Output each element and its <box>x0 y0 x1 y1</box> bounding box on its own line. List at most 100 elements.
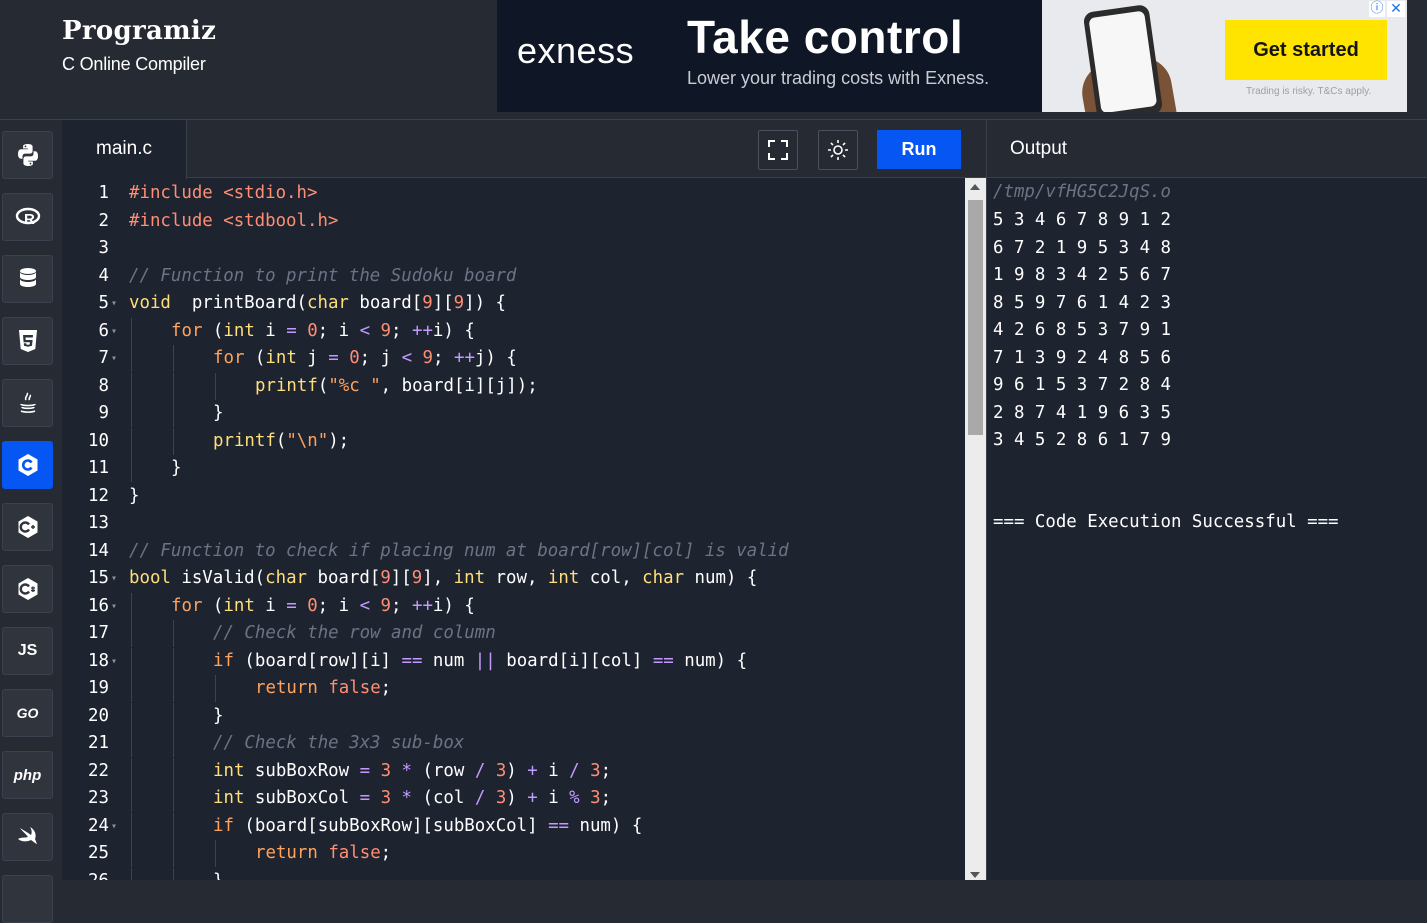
swift-icon[interactable] <box>2 813 53 861</box>
code-token: / <box>569 760 580 781</box>
code-line[interactable]: 16 ▾ for (int i = 0; i < 9; ++i) { <box>62 592 965 620</box>
line-number: 26 <box>62 868 109 881</box>
indent-guide <box>131 785 132 812</box>
fold-arrow-icon[interactable]: ▾ <box>111 593 117 620</box>
programiz-logo[interactable]: Programiz <box>62 16 216 46</box>
editor-scrollbar[interactable] <box>965 178 986 880</box>
fold-arrow-icon[interactable]: ▾ <box>111 813 117 840</box>
code-token: <stdbool.h> <box>223 210 339 231</box>
scroll-down-arrow-icon[interactable] <box>970 872 980 878</box>
line-number: 9 <box>98 403 109 423</box>
run-button[interactable]: Run <box>877 130 961 169</box>
code-area[interactable]: 1 #include <stdio.h> 2 #include <stdbool.h>… <box>62 178 965 880</box>
java-icon[interactable] <box>2 379 53 427</box>
brand[interactable]: Programiz C Online Compiler <box>62 16 216 75</box>
code-token: <stdio.h> <box>223 183 318 203</box>
scrollbar-thumb[interactable] <box>968 200 983 435</box>
fold-arrow-icon[interactable]: ▾ <box>111 318 117 345</box>
code-token: ) <box>506 788 528 808</box>
code-line[interactable]: 15 ▾ bool isValid(char board[9][9], int ro… <box>62 565 965 592</box>
code-line[interactable]: 23 int subBoxCol = 3 * (col / 3) + i % 3; <box>62 785 965 812</box>
code-token: num) { <box>569 815 643 836</box>
fold-arrow-icon[interactable]: ▾ <box>111 345 117 372</box>
code-line[interactable]: 8 printf("%c ", board[i][j]); <box>62 372 965 400</box>
code-token: printf <box>213 430 276 451</box>
js-icon[interactable]: JS <box>2 627 53 675</box>
php-icon[interactable]: php <box>2 751 53 799</box>
code-text: if (board[row][i] == num || board[i][col… <box>213 648 747 675</box>
output-line: 8 5 9 7 6 1 4 2 3 <box>993 292 1171 313</box>
tab-main-c[interactable]: main.c <box>62 120 187 179</box>
ad-banner[interactable]: exness Take control Lower your trading c… <box>497 0 1407 112</box>
code-line[interactable]: 26} <box>62 867 965 881</box>
fullscreen-icon[interactable] <box>758 130 798 170</box>
database-icon[interactable] <box>2 255 53 303</box>
fold-arrow-icon[interactable]: ▾ <box>111 648 117 675</box>
code-line[interactable]: 25 return false; <box>62 840 965 867</box>
code-line[interactable]: 2 #include <stdbool.h> <box>62 208 965 235</box>
code-line[interactable]: 22 int subBoxRow = 3 * (row / 3) + i / 3; <box>62 757 965 785</box>
code-text: for (int j = 0; j < 9; ++j) { <box>213 345 517 372</box>
csharp-icon[interactable] <box>2 565 53 613</box>
code-token: int <box>213 788 245 808</box>
code-line[interactable]: 1 #include <stdio.h> <box>62 180 965 207</box>
get-started-button[interactable]: Get started <box>1225 20 1387 80</box>
c-icon[interactable] <box>2 441 53 489</box>
code-token: } <box>213 871 223 881</box>
code-line[interactable]: 9} <box>62 400 965 427</box>
output-title: Output <box>1010 138 1068 159</box>
code-line[interactable]: 20} <box>62 702 965 730</box>
code-token: 3 <box>495 788 507 808</box>
code-token: 3 <box>380 760 392 781</box>
code-line[interactable]: 13 <box>62 510 965 537</box>
code-token: % <box>569 788 580 808</box>
code-line[interactable]: 3 <box>62 235 965 262</box>
close-icon[interactable]: ✕ <box>1387 1 1405 17</box>
ad-subline: Lower your trading costs with Exness. <box>687 68 990 88</box>
ad-headline: Take control <box>687 11 964 63</box>
code-line[interactable]: 19 return false; <box>62 675 965 702</box>
more-language-icon[interactable] <box>2 875 53 923</box>
fold-arrow-icon[interactable]: ▾ <box>111 290 117 317</box>
r-icon[interactable]: R <box>2 193 53 241</box>
code-token: ; <box>380 678 392 698</box>
cpp-icon[interactable] <box>2 503 53 551</box>
code-token: ; i <box>317 320 360 341</box>
code-token: int <box>223 320 255 341</box>
code-line[interactable]: 10 printf("\n"); <box>62 427 965 455</box>
code-line[interactable]: 12} <box>62 483 965 510</box>
code-line[interactable]: 11} <box>62 455 965 482</box>
code-line[interactable]: 18 ▾ if (board[row][i] == num || board[i][… <box>62 647 965 675</box>
code-line[interactable]: 21 // Check the 3x3 sub-box <box>62 730 965 757</box>
code-line[interactable]: 24 ▾ if (board[subBoxRow][subBoxCol] == nu… <box>62 812 965 840</box>
code-token: < <box>359 595 371 616</box>
indent-guide <box>131 867 132 880</box>
info-icon[interactable]: ⓘ <box>1369 1 1385 17</box>
code-text: void printBoard(char board[9][9]) { <box>129 290 506 317</box>
indent-guide <box>173 757 174 785</box>
code-text: return false; <box>255 675 391 702</box>
sun-icon[interactable] <box>818 130 858 170</box>
code-line[interactable]: 14 // Function to check if placing num at… <box>62 538 965 565</box>
code-token: ; j <box>359 348 402 368</box>
code-token: ; <box>600 760 612 781</box>
code-line[interactable]: 7 ▾ for (int j = 0; j < 9; ++j) { <box>62 345 965 372</box>
code-line[interactable]: 6 ▾ for (int i = 0; i < 9; ++i) { <box>62 317 965 345</box>
indent-guide <box>131 317 132 345</box>
code-token: i) { <box>432 595 475 616</box>
output-path: /tmp/vfHG5C2JqS.o <box>993 182 1171 202</box>
go-icon[interactable]: GO <box>2 689 53 737</box>
code-line[interactable]: 5 ▾ void printBoard(char board[9][9]) { <box>62 290 965 317</box>
code-text: } <box>213 868 223 881</box>
html5-icon[interactable] <box>2 317 53 365</box>
code-token: i <box>537 760 570 781</box>
code-token: false <box>328 678 381 698</box>
code-line[interactable]: 4 // Function to print the Sudoku board <box>62 263 965 290</box>
fold-arrow-icon[interactable]: ▾ <box>111 565 117 592</box>
scroll-up-arrow-icon[interactable] <box>970 184 980 190</box>
code-line[interactable]: 17 // Check the row and column <box>62 620 965 647</box>
line-number: 22 <box>88 760 109 781</box>
python-icon[interactable] <box>2 131 53 179</box>
